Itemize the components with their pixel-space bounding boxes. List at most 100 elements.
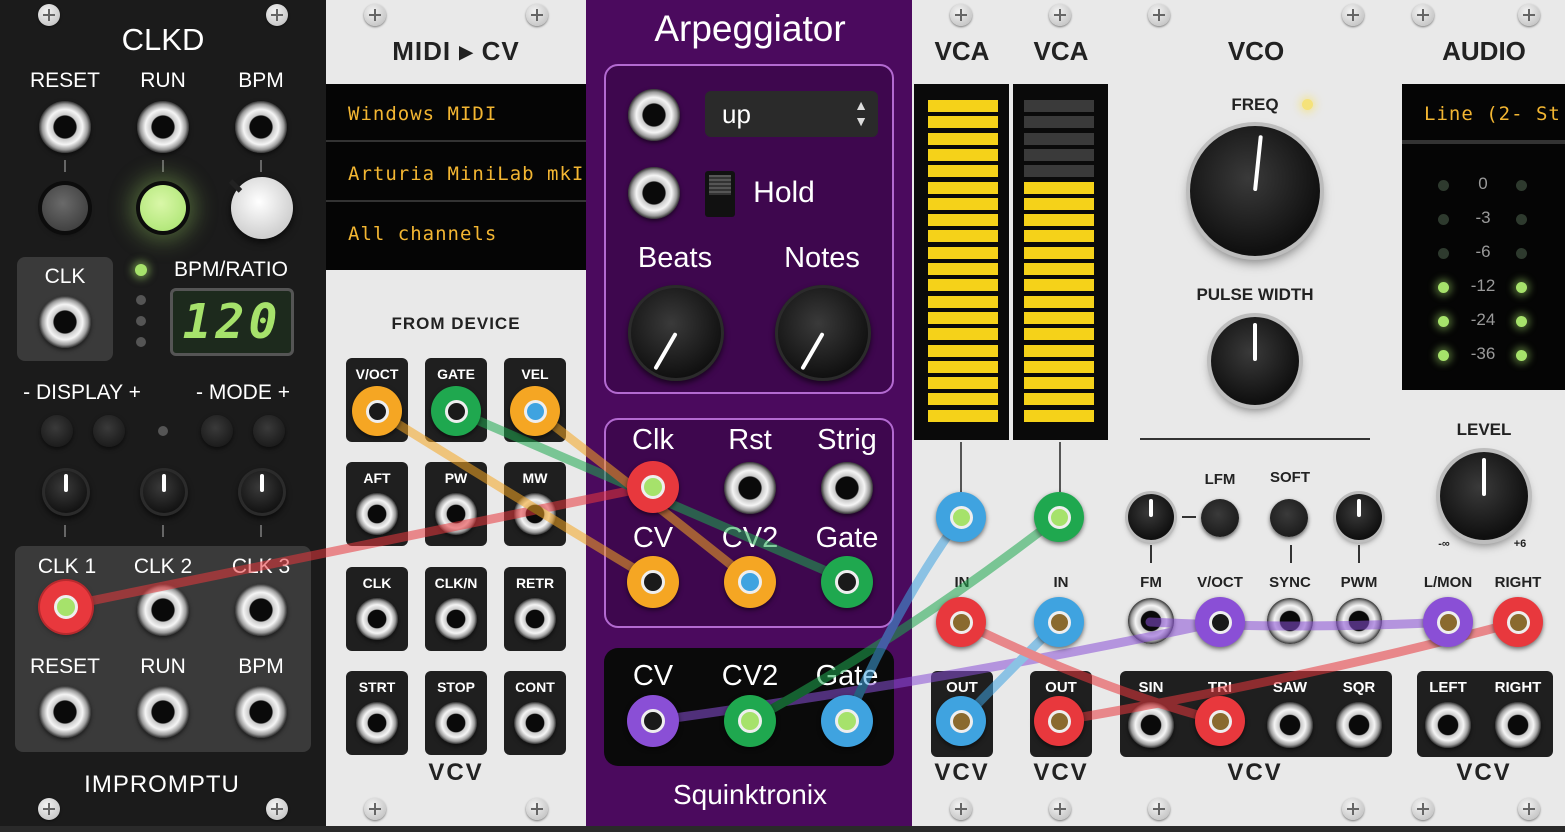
- vel-output-plug[interactable]: [510, 386, 560, 436]
- gate-output-plug[interactable]: [431, 386, 481, 436]
- stop-output-jack[interactable]: [435, 702, 477, 744]
- level-segment: [928, 328, 998, 341]
- sin-output-jack[interactable]: [1128, 702, 1174, 748]
- retr-out-label: RETR: [515, 575, 555, 591]
- vca1-out-plug[interactable]: [936, 696, 986, 746]
- aft-out-label: AFT: [363, 470, 391, 486]
- clkn-output-jack[interactable]: [435, 598, 477, 640]
- sync-input-jack[interactable]: [1267, 598, 1313, 644]
- audio-right-input-plug[interactable]: [1493, 597, 1543, 647]
- audio-title: AUDIO: [1442, 36, 1526, 66]
- left-output-jack[interactable]: [1425, 702, 1471, 748]
- display-plus-button[interactable]: [93, 415, 125, 447]
- bpm-knob[interactable]: [228, 177, 293, 239]
- arp-cv2-output-plug[interactable]: [724, 695, 776, 747]
- vca1-cv-input-plug[interactable]: [936, 492, 986, 542]
- vca2-level-slider[interactable]: [1013, 84, 1108, 440]
- mode-cv-input-jack[interactable]: [628, 89, 680, 141]
- arp-cv2-input-plug[interactable]: [724, 556, 776, 608]
- reset-output-jack[interactable]: [39, 686, 91, 738]
- fm-knob[interactable]: [1128, 494, 1174, 540]
- clk-out-label: CLK: [362, 575, 392, 591]
- pwm-knob[interactable]: [1336, 494, 1382, 540]
- ratio-knob-1[interactable]: [42, 468, 90, 516]
- notes-knob[interactable]: [775, 285, 871, 381]
- ratio-knob-2[interactable]: [140, 468, 188, 516]
- clk-input-jack[interactable]: [39, 296, 91, 348]
- clk-output-jack[interactable]: [356, 598, 398, 640]
- mw-output-jack[interactable]: [514, 493, 556, 535]
- run-button[interactable]: [140, 185, 186, 231]
- vca2-out-plug[interactable]: [1034, 696, 1084, 746]
- bpm-input-jack[interactable]: [235, 101, 287, 153]
- vca2-in-plug[interactable]: [1034, 597, 1084, 647]
- bpm-ratio-label: BPM/RATIO: [174, 258, 288, 281]
- level-segment: [928, 279, 998, 292]
- midi-display: Windows MIDI Arturia MiniLab mkI All cha…: [326, 84, 586, 270]
- ratio-knob-3[interactable]: [238, 468, 286, 516]
- vca1-out-label: OUT: [946, 679, 978, 696]
- clk-in-label: Clk: [632, 424, 674, 456]
- strt-output-jack[interactable]: [356, 702, 398, 744]
- mode-label: - MODE +: [196, 381, 290, 404]
- level-knob[interactable]: [1440, 452, 1528, 540]
- voct-output-plug[interactable]: [352, 386, 402, 436]
- pulse-width-knob[interactable]: [1211, 317, 1299, 405]
- arp-clk-input-plug[interactable]: [627, 461, 679, 513]
- arp-cv-input-plug[interactable]: [627, 556, 679, 608]
- sin-out-label: SIN: [1138, 679, 1164, 696]
- vca2-cv-input-plug[interactable]: [1034, 492, 1084, 542]
- vco-voct-input-plug[interactable]: [1195, 597, 1245, 647]
- soft-switch[interactable]: [1270, 499, 1308, 537]
- midi-device-select[interactable]: Arturia MiniLab mkI: [326, 146, 586, 202]
- mode-plus-button[interactable]: [253, 415, 285, 447]
- strig-input-jack[interactable]: [821, 462, 873, 514]
- arp-gate-input-plug[interactable]: [821, 556, 873, 608]
- midi-channel-select[interactable]: All channels: [326, 206, 586, 262]
- clk1-label: CLK 1: [37, 555, 97, 578]
- vco-tri-output-plug[interactable]: [1195, 696, 1245, 746]
- clk2-label: CLK 2: [133, 555, 193, 578]
- vca1-in-plug[interactable]: [936, 597, 986, 647]
- meter-label: -3: [1475, 208, 1491, 227]
- retr-output-jack[interactable]: [514, 598, 556, 640]
- clk1-output-plug[interactable]: [40, 581, 92, 633]
- vca1-level-slider[interactable]: [914, 84, 1009, 440]
- screw-icon: [1518, 798, 1540, 820]
- rst-input-jack[interactable]: [724, 462, 776, 514]
- hold-switch[interactable]: [705, 171, 735, 217]
- beats-knob[interactable]: [628, 285, 724, 381]
- display-minus-button[interactable]: [41, 415, 73, 447]
- run-out-label: RUN: [140, 655, 186, 678]
- reset-input-jack[interactable]: [39, 101, 91, 153]
- right-output-jack[interactable]: [1495, 702, 1541, 748]
- bpm-output-jack[interactable]: [235, 686, 287, 738]
- cont-output-jack[interactable]: [514, 702, 556, 744]
- clk2-output-jack[interactable]: [137, 584, 189, 636]
- arp-cv-output-plug[interactable]: [627, 695, 679, 747]
- audio-lmon-input-plug[interactable]: [1423, 597, 1473, 647]
- clkn-out-label: CLK/N: [434, 575, 478, 591]
- reset-button[interactable]: [42, 185, 88, 231]
- led-indicator: [136, 295, 146, 305]
- lfm-switch[interactable]: [1201, 499, 1239, 537]
- audio-device-select[interactable]: Line (2- St: [1402, 86, 1565, 142]
- pwm-input-jack[interactable]: [1336, 598, 1382, 644]
- freq-knob[interactable]: [1190, 126, 1320, 256]
- pw-output-jack[interactable]: [435, 493, 477, 535]
- aft-output-jack[interactable]: [356, 493, 398, 535]
- clk3-output-jack[interactable]: [235, 584, 287, 636]
- midi-driver-select[interactable]: Windows MIDI: [326, 86, 586, 142]
- arp-gate-output-plug[interactable]: [821, 695, 873, 747]
- run-output-jack[interactable]: [137, 686, 189, 738]
- mode-minus-button[interactable]: [201, 415, 233, 447]
- meter-led-l: [1438, 248, 1449, 259]
- screw-icon: [1518, 4, 1540, 26]
- mode-select[interactable]: up ▲ ▼: [705, 91, 878, 137]
- run-input-jack[interactable]: [137, 101, 189, 153]
- meter-led-r: [1516, 180, 1527, 191]
- fm-input-jack[interactable]: [1128, 598, 1174, 644]
- saw-output-jack[interactable]: [1267, 702, 1313, 748]
- sqr-output-jack[interactable]: [1336, 702, 1382, 748]
- hold-cv-input-jack[interactable]: [628, 167, 680, 219]
